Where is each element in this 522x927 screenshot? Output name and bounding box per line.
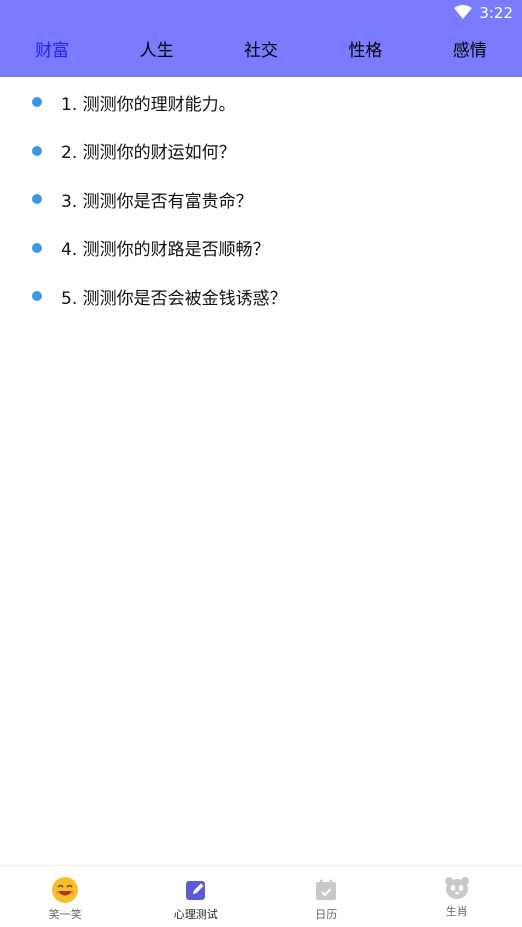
- list-item[interactable]: 3. 测测你是否有富贵命？: [0, 175, 522, 224]
- list-item-text: 4. 测测你的财路是否顺畅？: [61, 240, 270, 261]
- bullet-dot: [32, 97, 42, 108]
- test-list: 1. 测测你的理财能力。 2. 测测你的财运如何？ 3. 测测你是否有富贵命？ …: [0, 78, 522, 321]
- category-tabs: 财富 人生 社交 性格 感情: [0, 26, 522, 77]
- tab-social[interactable]: 社交: [209, 26, 313, 77]
- list-item-text: 2. 测测你的财运如何？: [61, 143, 236, 164]
- list-item-text: 5. 测测你是否会被金钱诱惑？: [61, 288, 287, 309]
- list-item[interactable]: 2. 测测你的财运如何？: [0, 127, 522, 176]
- nav-label: 日历: [315, 908, 338, 921]
- tab-emotion[interactable]: 感情: [418, 26, 522, 77]
- panda-icon: [443, 874, 471, 902]
- smiley-icon: [51, 876, 79, 904]
- list-item[interactable]: 5. 测测你是否会被金钱诱惑？: [0, 272, 522, 321]
- tab-personality[interactable]: 性格: [313, 26, 417, 77]
- app-header: 3:22 财富 人生 社交 性格 感情: [0, 0, 522, 77]
- status-bar: 3:22: [0, 0, 522, 26]
- nav-item-psych-test[interactable]: 心理测试: [131, 866, 262, 927]
- nav-label: 笑一笑: [48, 908, 82, 921]
- calendar-icon: [312, 876, 340, 904]
- edit-icon: [182, 876, 210, 904]
- tab-life[interactable]: 人生: [104, 26, 208, 77]
- wifi-icon: [454, 5, 472, 19]
- nav-item-zodiac[interactable]: 生肖: [392, 866, 522, 927]
- list-item-text: 1. 测测你的理财能力。: [61, 94, 236, 115]
- nav-label: 心理测试: [173, 908, 218, 921]
- bullet-dot: [32, 145, 42, 156]
- bottom-nav: 笑一笑 心理测试 日历 生肖: [0, 865, 522, 927]
- list-item[interactable]: 4. 测测你的财路是否顺畅？: [0, 224, 522, 273]
- status-time: 3:22: [479, 4, 513, 22]
- nav-label: 生肖: [445, 905, 468, 918]
- tab-wealth[interactable]: 财富: [0, 26, 104, 77]
- list-item-text: 3. 测测你是否有富贵命？: [61, 191, 253, 212]
- bullet-dot: [32, 242, 42, 253]
- nav-item-jokes[interactable]: 笑一笑: [0, 866, 131, 927]
- nav-item-calendar[interactable]: 日历: [261, 866, 392, 927]
- bullet-dot: [32, 194, 42, 205]
- list-item[interactable]: 1. 测测你的理财能力。: [0, 78, 522, 127]
- bullet-dot: [32, 291, 42, 302]
